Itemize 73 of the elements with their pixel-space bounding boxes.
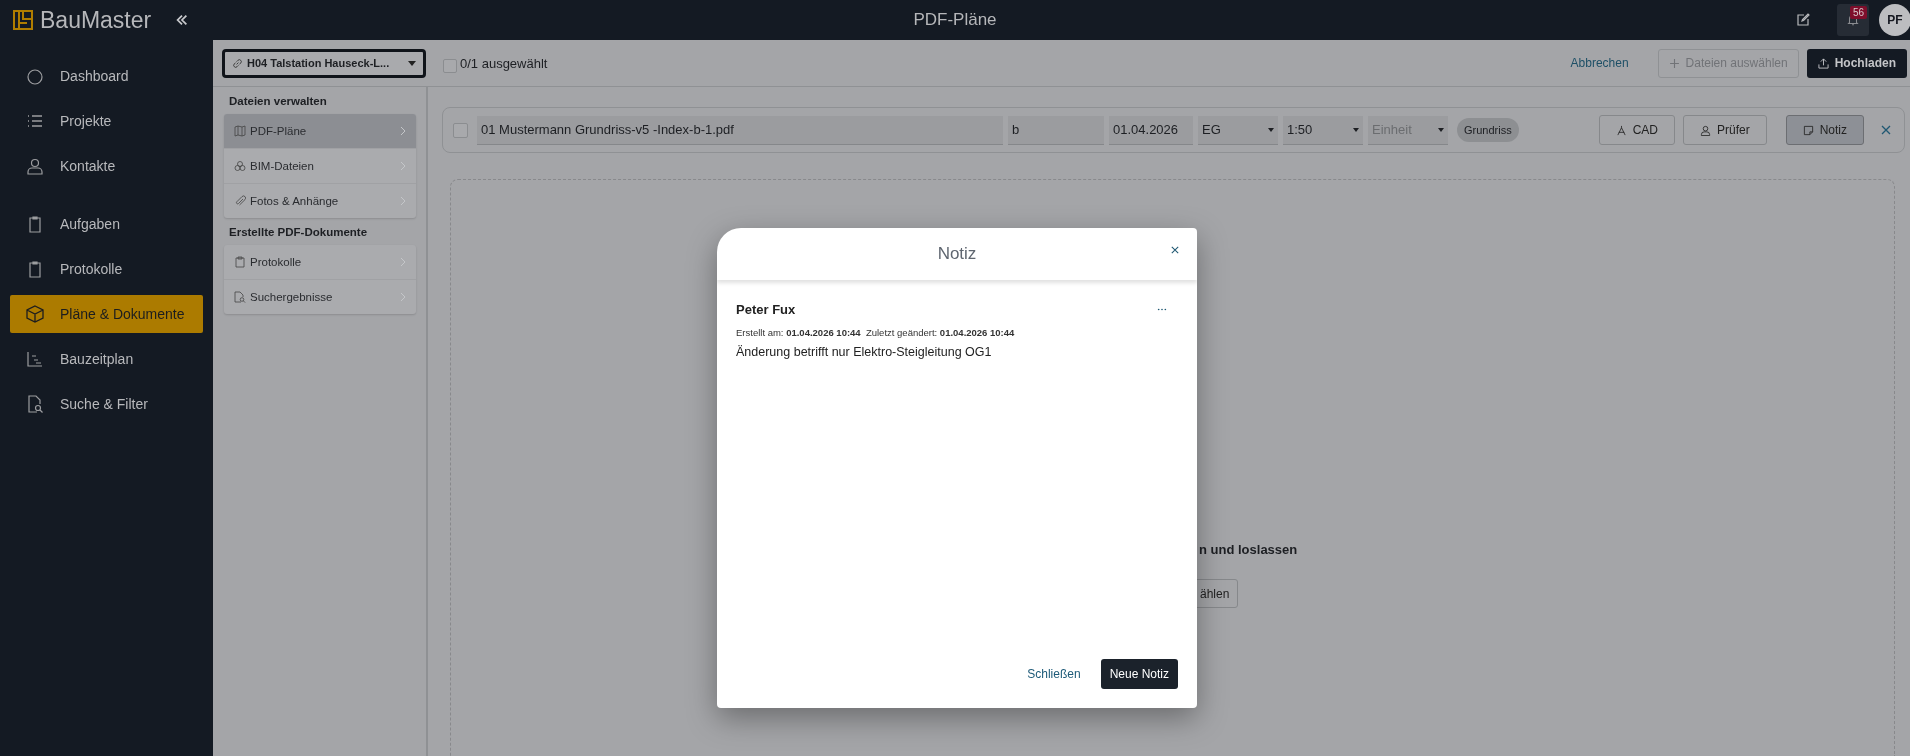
more-icon[interactable] bbox=[1157, 308, 1167, 311]
row-action-button[interactable]: Notiz bbox=[1785, 115, 1864, 145]
nav-icon bbox=[26, 215, 44, 233]
nav-item[interactable]: Bauzeitplan bbox=[10, 340, 203, 378]
chevron-icon bbox=[400, 292, 406, 302]
circles-icon bbox=[234, 160, 246, 172]
collapse-icon[interactable] bbox=[175, 13, 190, 27]
compass-icon bbox=[1615, 124, 1627, 136]
upload-icon bbox=[1817, 57, 1829, 69]
project-dropdown[interactable]: H04 Talstation Hauseck-L... bbox=[222, 48, 426, 78]
nav-item[interactable]: Aufgaben bbox=[10, 205, 203, 243]
clipboard-icon bbox=[234, 256, 246, 268]
user-avatar[interactable]: PF bbox=[1879, 4, 1910, 36]
plan-type-tag: Grundriss bbox=[1457, 118, 1519, 142]
nav-icon bbox=[26, 157, 44, 175]
file-checkbox[interactable] bbox=[453, 122, 468, 138]
file-nav-item[interactable]: PDF-Pläne bbox=[224, 114, 416, 149]
nav-item[interactable]: Dashboard bbox=[10, 57, 203, 95]
nav-icon bbox=[26, 260, 44, 278]
note-meta: Erstellt am: 01.04.2026 10:44 Zuletzt geändert: 01.04.2026 10:44 bbox=[736, 327, 1016, 338]
nav-icon bbox=[26, 112, 44, 130]
file-nav-item[interactable]: BIM-Dateien bbox=[224, 149, 416, 184]
new-note-button[interactable]: Neue Notiz bbox=[1100, 659, 1178, 689]
notifications-button[interactable]: 56 bbox=[1837, 4, 1869, 36]
nav-item[interactable]: Suche & Filter bbox=[10, 385, 203, 423]
file-nav-item[interactable]: Fotos & Anhänge bbox=[224, 184, 416, 218]
plus-icon bbox=[1668, 57, 1680, 69]
section-heading: Dateien verwalten bbox=[228, 95, 328, 109]
app-logo: BauMaster bbox=[40, 6, 152, 34]
caret-icon bbox=[408, 60, 416, 66]
notification-badge: 56 bbox=[1849, 6, 1867, 19]
floor-dropdown[interactable]: EG bbox=[1198, 115, 1278, 145]
close-button[interactable]: Schließen bbox=[1023, 667, 1085, 681]
note-icon bbox=[1802, 124, 1814, 136]
link-icon bbox=[232, 57, 243, 69]
logo-icon bbox=[13, 10, 33, 30]
file-nav-item[interactable]: Suchergebnisse bbox=[224, 280, 416, 314]
chevron-icon bbox=[400, 126, 406, 136]
index-field[interactable]: b bbox=[1008, 115, 1104, 145]
nav-item[interactable]: Protokolle bbox=[10, 250, 203, 288]
person-icon bbox=[1699, 124, 1711, 136]
file-nav-item[interactable]: Protokolle bbox=[224, 245, 416, 280]
nav-item[interactable]: Projekte bbox=[10, 102, 203, 140]
nav-icon bbox=[26, 305, 44, 323]
page-title: PDF-Pläne bbox=[913, 10, 997, 30]
date-field[interactable]: 01.04.2026 bbox=[1109, 115, 1193, 145]
document-search-icon bbox=[234, 291, 246, 303]
row-action-button[interactable]: CAD bbox=[1598, 115, 1675, 145]
close-icon[interactable] bbox=[1171, 246, 1179, 254]
chevron-icon bbox=[400, 161, 406, 171]
edit-icon[interactable] bbox=[1795, 12, 1811, 28]
paperclip-icon bbox=[234, 195, 246, 207]
select-all-checkbox[interactable] bbox=[443, 58, 457, 73]
nav-item[interactable]: Pläne & Dokumente bbox=[10, 295, 203, 333]
map-icon bbox=[234, 125, 246, 137]
chevron-icon bbox=[400, 196, 406, 206]
note-text: Änderung betrifft nur Elektro-Steigleitung OG1 bbox=[736, 345, 993, 359]
selection-count: 0/1 ausgewählt bbox=[460, 55, 548, 71]
scale-dropdown[interactable]: 1:50 bbox=[1283, 115, 1363, 145]
chevron-icon bbox=[400, 257, 406, 267]
file-name-field[interactable]: 01 Mustermann Grundriss-v5 -Index-b-1.pdf bbox=[477, 115, 1003, 145]
close-icon[interactable] bbox=[1881, 125, 1891, 135]
upload-button[interactable]: Hochladen bbox=[1806, 48, 1907, 78]
section-heading: Erstellte PDF-Dokumente bbox=[228, 226, 369, 240]
dropzone-title: n und loslassen bbox=[1199, 542, 1298, 557]
nav-icon bbox=[26, 350, 44, 368]
dialog-title: Notiz bbox=[937, 244, 977, 264]
nav-item[interactable]: Kontakte bbox=[10, 147, 203, 185]
cancel-button[interactable]: Abbrechen bbox=[1559, 48, 1640, 78]
row-action-button[interactable]: Prüfer bbox=[1682, 115, 1767, 145]
nav-icon bbox=[26, 395, 44, 413]
nav-icon bbox=[26, 67, 44, 85]
note-author: Peter Fux bbox=[736, 302, 796, 317]
